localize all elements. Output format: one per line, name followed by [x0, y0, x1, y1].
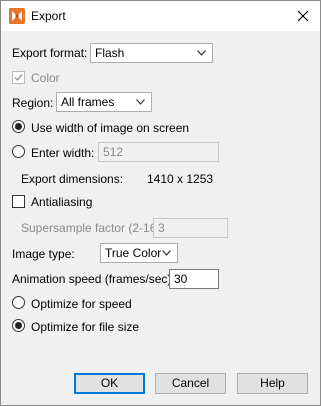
close-button[interactable] [286, 1, 320, 31]
chevron-down-icon [136, 99, 145, 105]
region-select[interactable]: All frames [56, 92, 152, 112]
supersample-input[interactable] [153, 218, 228, 238]
region-label: Region: [12, 96, 54, 110]
optimize-size-label: Optimize for file size [31, 320, 140, 334]
enter-width-input[interactable] [98, 142, 219, 162]
image-type-label: Image type: [12, 247, 75, 261]
optimize-size-radio[interactable] [12, 319, 25, 332]
enter-width-radio[interactable] [12, 145, 25, 158]
radio-selected-dot [15, 123, 22, 130]
animation-speed-input[interactable] [169, 269, 219, 289]
supersample-label: Supersample factor (2-16): [21, 221, 164, 235]
animation-speed-label: Animation speed (frames/sec): [12, 272, 175, 286]
export-format-select[interactable]: Flash [90, 43, 213, 63]
region-value: All frames [61, 95, 115, 109]
image-type-value: True Color [105, 246, 162, 260]
close-icon [297, 10, 309, 22]
export-dialog: Export Export format: Flash Color Region… [0, 0, 321, 406]
optimize-speed-radio[interactable] [12, 296, 25, 309]
checkmark-icon [14, 74, 23, 82]
optimize-speed-label: Optimize for speed [31, 297, 132, 311]
export-dimensions-value: 1410 x 1253 [147, 172, 214, 186]
use-screen-width-radio[interactable] [12, 120, 25, 133]
cancel-button[interactable]: Cancel [155, 373, 226, 394]
radio-selected-dot [15, 322, 22, 329]
export-format-label: Export format: [12, 46, 88, 60]
color-checkbox[interactable] [12, 71, 25, 84]
export-format-value: Flash [95, 46, 125, 60]
export-dimensions-label: Export dimensions: [21, 172, 124, 186]
app-icon [9, 8, 25, 24]
enter-width-label: Enter width: [31, 146, 95, 160]
ok-button[interactable]: OK [74, 373, 145, 394]
title-bar: Export [1, 1, 320, 31]
window-title: Export [31, 9, 66, 23]
image-type-select[interactable]: True Color [100, 243, 178, 263]
color-label: Color [31, 71, 60, 85]
antialiasing-checkbox[interactable] [12, 195, 25, 208]
use-screen-width-label: Use width of image on screen [31, 121, 190, 135]
chevron-down-icon [197, 50, 206, 56]
antialiasing-label: Antialiasing [31, 195, 93, 209]
help-button[interactable]: Help [237, 373, 308, 394]
chevron-down-icon [162, 250, 171, 256]
